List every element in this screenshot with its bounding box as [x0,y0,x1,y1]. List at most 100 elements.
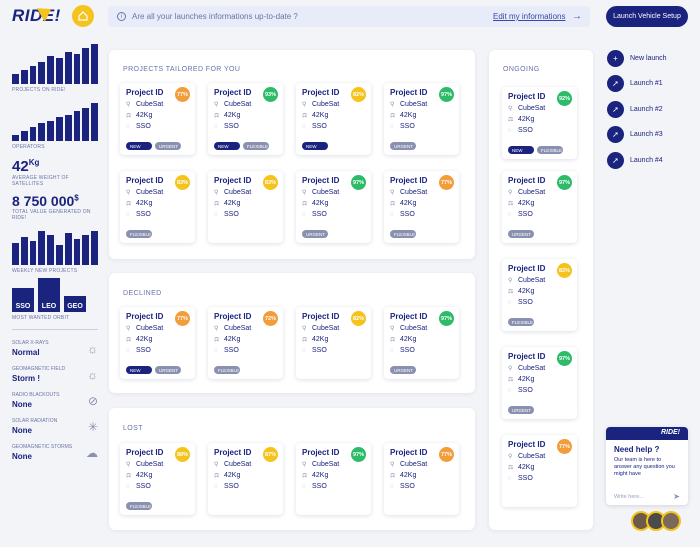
project-card[interactable]: Project ID 97% ⚲ CubeSat ⚖ 42Kg ◌ SSO URGENT [384,83,459,155]
weight-icon: ⚖ [214,113,220,119]
project-card[interactable]: Project ID 83% ⚲ CubeSat ⚖ 42Kg ◌ SSO FLEXIBLE [502,259,577,331]
orbit-value: SSO [400,347,415,354]
weight-icon: ⚖ [302,201,308,207]
project-card[interactable]: Project ID 93% ⚲ CubeSat ⚖ 42Kg ◌ SSO NEW FLEXIBL… [208,83,283,155]
project-card[interactable]: Project ID 97% ⚲ CubeSat ⚖ 42Kg ◌ SSO URGENT [502,171,577,243]
launch-item-3[interactable]: ➚ Launch #3 [607,126,663,143]
project-card[interactable]: Project ID 97% ⚲ CubeSat ⚖ 42Kg ◌ SSO URGENT [502,347,577,419]
chart-bar [82,108,90,141]
weather-label: GEOMAGNETIC FIELD [12,366,66,372]
satellite-icon: ⚲ [508,454,513,460]
project-card[interactable]: Project ID 83% ⚲ CubeSat ⚖ 42Kg ◌ SSO [208,171,283,243]
satellite-type: CubeSat [518,453,546,460]
tag-badge: NEW [302,142,328,150]
chart-bar [47,56,54,84]
weather-value: None [12,400,32,409]
weight-row: ⚖ 42Kg [390,336,459,343]
satellite-icon: ⚲ [390,462,395,468]
satellite-icon: ⚲ [214,102,219,108]
orbit-chart: SSO LEO GEO [12,278,98,312]
satellite-type-row: ⚲ CubeSat [508,105,577,112]
project-card[interactable]: Project ID 77% ⚲ CubeSat ⚖ 42Kg ◌ SSO FLEXIBLE [384,171,459,243]
help-title: Need help ? [614,445,660,454]
satellite-type-row: ⚲ CubeSat [390,101,459,108]
launch-vehicle-setup-button[interactable]: Launch Vehicle Setup [606,6,688,27]
weight-value: 42Kg [224,200,241,207]
launch-item-2[interactable]: ➚ Launch #2 [607,101,663,118]
team-avatars[interactable] [631,511,681,531]
weight-row: ⚖ 42Kg [302,472,371,479]
weight-icon: ⚖ [302,113,308,119]
chart-bar [73,54,81,84]
project-card[interactable]: Project ID 72% ⚲ CubeSat ⚖ 42Kg ◌ SSO FLEXIBLE [208,307,283,379]
tag-list: NEW FLEXIBLE [214,142,269,150]
project-card[interactable]: Project ID 97% ⚲ CubeSat ⚖ 42Kg ◌ SSO URGENT [384,307,459,379]
match-score-badge: 77% [557,439,572,454]
weight-row: ⚖ 42Kg [214,336,283,343]
match-score-badge: 97% [439,311,454,326]
project-card[interactable]: Project ID 97% ⚲ CubeSat ⚖ 42Kg ◌ SSO URGENT [296,171,371,243]
weight-value: 42Kg [400,472,417,479]
new-launch-button[interactable]: + New launch [607,50,667,67]
weather-value: Normal [12,348,40,357]
weight-row: ⚖ 42Kg [126,112,195,119]
weather-value: None [12,426,32,435]
satellite-type-row: ⚲ CubeSat [126,101,195,108]
orbit-icon: ◌ [126,123,130,130]
chart-bar [64,115,72,141]
satellite-icon: ⚲ [126,102,131,108]
weight-icon: ⚖ [390,201,396,207]
project-card[interactable]: Project ID 82% ⚲ CubeSat ⚖ 42Kg ◌ SSO [296,307,371,379]
orbit-value: SSO [518,211,533,218]
project-card[interactable]: Project ID 77% ⚲ CubeSat ⚖ 42Kg ◌ SSO NEW URGENT [120,83,195,155]
help-input[interactable]: Write here... [614,494,644,500]
orbit-icon: ◌ [390,211,394,218]
weight-icon: ⚖ [390,473,396,479]
weight-icon: ⚖ [302,473,308,479]
project-card[interactable]: Project ID 92% ⚲ CubeSat ⚖ 42Kg ◌ SSO NEW FLEXIBL… [502,87,577,159]
weight-row: ⚖ 42Kg [214,472,283,479]
satellite-type-row: ⚲ CubeSat [390,461,459,468]
weight-value: 42Kg [136,472,153,479]
satellite-type: CubeSat [312,189,340,196]
orbit-row: ◌ SSO [302,123,371,130]
chart-bar [47,235,54,265]
weight-icon: ⚖ [126,201,132,207]
arrow-right-icon[interactable]: → [572,11,582,22]
update-banner: i Are all your launches informations up-… [108,6,590,27]
satellite-type-row: ⚲ CubeSat [302,189,371,196]
launch-item-4[interactable]: ➚ Launch #4 [607,152,663,169]
project-card[interactable]: Project ID 97% ⚲ CubeSat ⚖ 42Kg ◌ SSO [296,443,371,515]
project-card[interactable]: Project ID 77% ⚲ CubeSat ⚖ 42Kg ◌ SSO NEW URGENT [120,307,195,379]
match-score-badge: 87% [263,447,278,462]
orbit-value: SSO [224,347,239,354]
project-card[interactable]: Project ID 82% ⚲ CubeSat ⚖ 42Kg ◌ SSO NEW [296,83,371,155]
launch-item-1[interactable]: ➚ Launch #1 [607,75,663,92]
orbit-icon: ◌ [214,483,218,490]
project-card[interactable]: Project ID 77% ⚲ CubeSat ⚖ 42Kg ◌ SSO [384,443,459,515]
satellite-type: CubeSat [136,325,164,332]
project-card[interactable]: Project ID 87% ⚲ CubeSat ⚖ 42Kg ◌ SSO [208,443,283,515]
sun-icon: ☼ [87,341,98,356]
project-card[interactable]: Project ID 88% ⚲ CubeSat ⚖ 42Kg ◌ SSO FLEXIBLE [120,443,195,515]
chart-bar [91,44,98,84]
tag-badge: NEW [126,142,152,150]
match-score-badge: 72% [263,311,278,326]
weight-value: 42Kg [400,336,417,343]
home-button[interactable] [72,5,94,27]
weight-value: 42Kg [518,464,535,471]
satellite-type-row: ⚲ CubeSat [214,325,283,332]
tag-list: FLEXIBLE [508,318,534,326]
weight-icon: ⚖ [390,113,396,119]
project-card[interactable]: Project ID 83% ⚲ CubeSat ⚖ 42Kg ◌ SSO FLEXIBLE [120,171,195,243]
launch-label: Launch #4 [630,157,663,164]
edit-informations-link[interactable]: Edit my informations [493,12,565,21]
orbit-icon: ◌ [214,123,218,130]
orbit-row: ◌ SSO [214,347,283,354]
chart-bar [73,111,81,141]
project-card[interactable]: Project ID 77% ⚲ CubeSat ⚖ 42Kg ◌ SSO [502,435,577,507]
send-icon[interactable]: ➤ [673,492,680,501]
chart-bar [38,231,46,265]
weekly-bar-chart [12,231,98,265]
tag-list: FLEXIBLE [214,366,240,374]
